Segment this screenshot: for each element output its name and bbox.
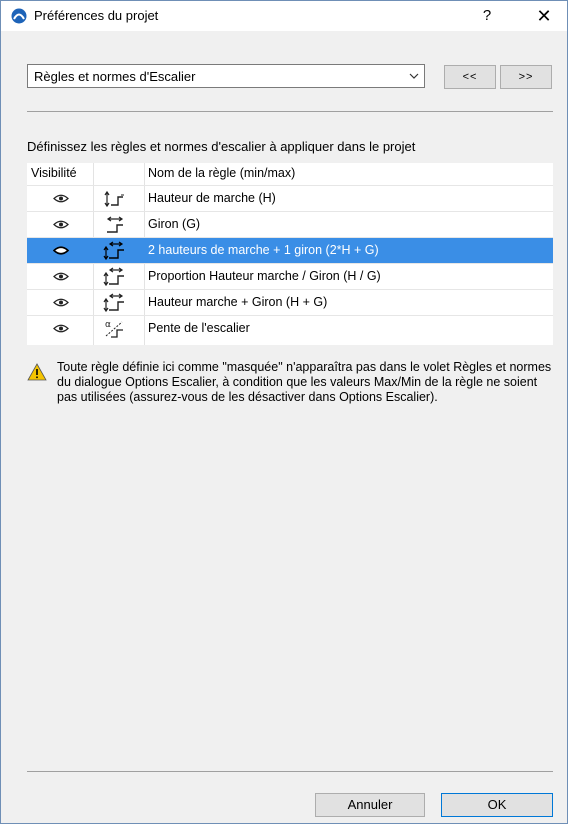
rule-row[interactable]: Giron (G)	[27, 211, 553, 237]
going-icon	[106, 216, 124, 233]
rule-name: 2 hauteurs de marche + 1 giron (2*H + G)	[148, 243, 379, 257]
previous-panel-button[interactable]: <<	[444, 65, 496, 89]
eye-icon[interactable]	[53, 323, 69, 334]
rule-row-selected[interactable]: 2 hauteurs de marche + 1 giron (2*H + G)	[27, 237, 553, 263]
divider	[27, 111, 553, 112]
divider	[27, 771, 553, 772]
visibility-column-header: Visibilité	[31, 166, 77, 180]
rules-table: Visibilité Nom de la règle (min/max) Hau…	[27, 163, 553, 345]
rule-name: Hauteur marche + Giron (H + G)	[148, 295, 328, 309]
ok-button[interactable]: OK	[441, 793, 553, 817]
rule-name: Hauteur de marche (H)	[148, 191, 276, 205]
title-bar: Préférences du projet ? ✕	[1, 1, 567, 31]
eye-icon[interactable]	[53, 297, 69, 308]
rule-row[interactable]: Hauteur marche + Giron (H + G)	[27, 289, 553, 315]
preferences-dialog: Préférences du projet ? ✕ Règles et norm…	[0, 0, 568, 824]
eye-icon[interactable]	[53, 271, 69, 282]
next-panel-button[interactable]: >>	[500, 65, 552, 89]
eye-icon[interactable]	[53, 219, 69, 230]
rule-name: Giron (G)	[148, 217, 201, 231]
eye-icon[interactable]	[53, 193, 69, 204]
window-title: Préférences du projet	[34, 8, 159, 23]
instructions-text: Définissez les règles et normes d'escali…	[27, 139, 416, 154]
riser-going-icon	[103, 293, 124, 313]
app-logo-icon	[11, 8, 27, 24]
warning-icon	[27, 363, 47, 381]
rule-name: Pente de l'escalier	[148, 321, 250, 335]
svg-text:α: α	[105, 320, 111, 330]
rule-row[interactable]: Proportion Hauteur marche / Giron (H / G…	[27, 263, 553, 289]
rule-name: Proportion Hauteur marche / Giron (H / G…	[148, 269, 381, 283]
riser-going-icon	[103, 241, 124, 261]
rule-row[interactable]: Hauteur de marche (H)	[27, 185, 553, 211]
panel-select-value: Règles et normes d'Escalier	[34, 69, 196, 84]
riser-height-icon	[104, 190, 124, 208]
rule-name-column-header: Nom de la règle (min/max)	[148, 166, 296, 180]
slope-icon: α	[105, 320, 123, 338]
warning-text: Toute règle définie ici comme "masquée" …	[57, 360, 552, 404]
rule-row[interactable]: α Pente de l'escalier	[27, 315, 553, 341]
close-button[interactable]: ✕	[527, 3, 561, 29]
riser-going-icon	[103, 267, 124, 287]
panel-select[interactable]: Règles et normes d'Escalier	[27, 64, 425, 88]
eye-icon[interactable]	[53, 245, 69, 256]
chevron-down-icon	[409, 73, 419, 79]
cancel-button[interactable]: Annuler	[315, 793, 425, 817]
help-button[interactable]: ?	[475, 5, 499, 27]
